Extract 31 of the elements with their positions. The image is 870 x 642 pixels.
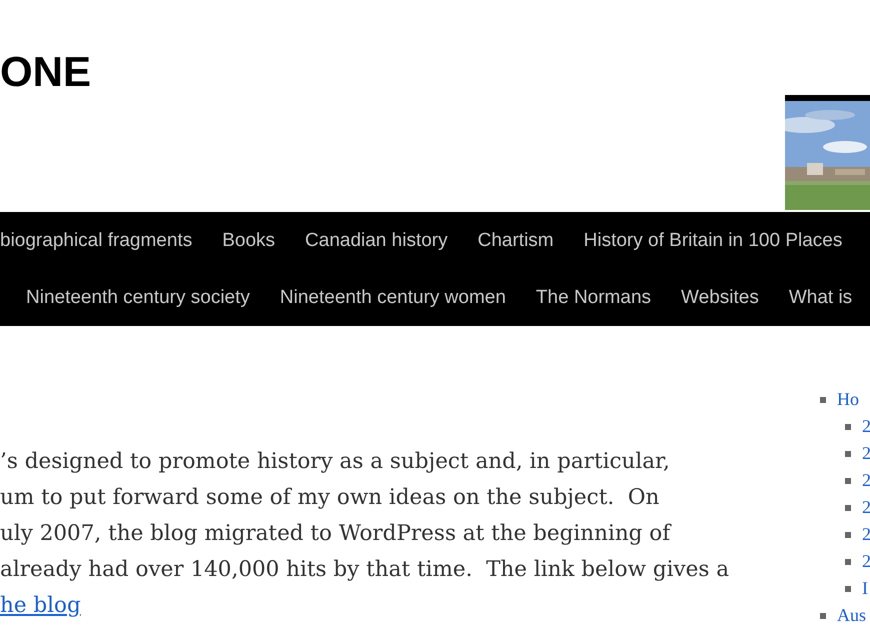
nav-link[interactable]: Books (222, 230, 276, 252)
blog-link[interactable]: he blog (0, 593, 81, 618)
sidebar-link[interactable]: Aus (837, 602, 866, 629)
nav-link[interactable]: Nineteenth century women (280, 286, 506, 308)
bullet-icon (845, 424, 851, 430)
nav-link[interactable]: What is (788, 286, 852, 308)
sidebar-link[interactable]: 2 (862, 494, 870, 521)
nav-link[interactable]: Chartism (478, 230, 554, 252)
bullet-icon (845, 450, 851, 456)
site-title: ONE (0, 47, 92, 97)
nav-link[interactable]: Nineteenth century society (26, 286, 250, 308)
intro-paragraph: ’s designed to promote history as a subject and, in particular, um to put forward some of my own ideas on the subject. On uly 2007, the blog migrated to WordPress at the beginning of already had over 140,000 hits by that time. The link below gives a he blog (0, 448, 730, 620)
nav-link[interactable]: Websites (681, 286, 759, 308)
sidebar-link[interactable]: 2 (862, 413, 870, 440)
nav-link[interactable]: The Normans (536, 286, 652, 308)
sidebar-link[interactable]: Ho (837, 386, 859, 413)
bullet-icon (845, 504, 851, 510)
sidebar-link[interactable]: 2 (862, 440, 870, 467)
bullet-icon (820, 612, 826, 618)
bullet-icon (845, 532, 851, 538)
nav-link[interactable]: Canadian history (305, 230, 448, 252)
bullet-icon (845, 586, 851, 592)
bullet-icon (845, 558, 851, 564)
sidebar-link[interactable]: 2 (862, 467, 870, 494)
bullet-icon (820, 396, 826, 402)
sidebar-link[interactable]: 2 (862, 521, 870, 548)
nav-link[interactable]: biographical fragments (0, 230, 192, 252)
sidebar-link[interactable]: I (862, 575, 868, 602)
nav-link[interactable]: History of Britain in 100 Places (584, 230, 842, 252)
bullet-icon (845, 478, 851, 484)
sidebar-link[interactable]: 2 (862, 548, 870, 575)
